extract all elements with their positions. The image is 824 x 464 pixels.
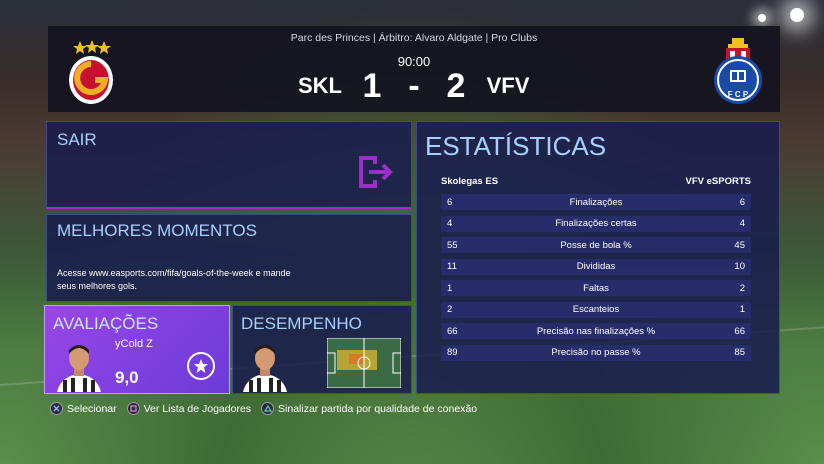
away-score: 2 <box>446 66 466 105</box>
hint-select[interactable]: Selecionar <box>50 402 117 415</box>
exit-panel[interactable]: SAIR <box>46 121 412 209</box>
stat-label: Precisão no passe % <box>551 347 641 358</box>
stat-away-value: 66 <box>734 325 745 337</box>
stat-row: 4 Finalizações certas 4 <box>441 215 751 232</box>
stat-away-value: 1 <box>739 304 745 315</box>
highlights-description: Acesse www.easports.com/fifa/goals-of-th… <box>57 268 291 291</box>
highlights-panel-title: MELHORES MOMENTOS <box>57 221 257 240</box>
floodlight <box>758 14 766 22</box>
player-portrait <box>55 340 103 392</box>
score-row: SKL 1 - 2 VFV <box>48 66 780 106</box>
hint-report-label: Sinalizar partida por qualidade de conex… <box>278 402 478 415</box>
stat-row: 66 Precisão nas finalizações % 66 <box>441 323 751 339</box>
stat-away-value: 4 <box>739 218 745 229</box>
stat-home-value: 2 <box>447 304 453 315</box>
stat-row: 6 Finalizações 6 <box>441 194 751 210</box>
statistics-title: ESTATÍSTICAS <box>425 131 607 161</box>
stat-home-value: 66 <box>447 325 458 337</box>
stat-home-value: 4 <box>447 218 453 229</box>
home-team-name: Skolegas ES <box>441 176 499 187</box>
stat-away-value: 2 <box>739 282 745 294</box>
statistics-panel: ESTATÍSTICAS Skolegas ES VFV eSPORTS 6 F… <box>416 121 780 394</box>
stat-home-value: 55 <box>447 239 458 251</box>
exit-icon <box>357 154 397 190</box>
stat-row: 1 Faltas 2 <box>441 280 751 296</box>
stat-label: Finalizações certas <box>555 218 637 229</box>
svg-text:F C P: F C P <box>728 90 749 99</box>
heatmap-icon <box>326 337 402 389</box>
stat-home-value: 6 <box>447 196 453 208</box>
stat-label: Escanteios <box>572 304 620 315</box>
hint-select-label: Selecionar <box>67 402 117 415</box>
stat-home-value: 1 <box>447 282 453 294</box>
stat-label: Faltas <box>583 282 609 294</box>
performance-panel-title: DESEMPENHO <box>241 314 362 333</box>
stat-row: 11 Divididas 10 <box>441 258 751 275</box>
stat-home-value: 89 <box>447 347 458 358</box>
stat-away-value: 45 <box>734 239 745 251</box>
away-team-name: VFV eSPORTS <box>685 176 751 187</box>
floodlight <box>790 8 804 22</box>
stat-label: Posse de bola % <box>560 239 632 251</box>
home-score: 1 <box>362 66 382 105</box>
performance-panel[interactable]: DESEMPENHO <box>232 305 412 394</box>
statistics-team-header: Skolegas ES VFV eSPORTS <box>441 176 751 187</box>
away-team-abbr: VFV <box>486 73 530 98</box>
player-rating: 9,0 <box>115 368 139 387</box>
score-separator: - <box>408 66 420 105</box>
stat-label: Precisão nas finalizações % <box>536 325 656 337</box>
porto-crest-icon: F C P <box>710 36 766 104</box>
highlights-panel[interactable]: MELHORES MOMENTOS Acesse www.easports.co… <box>46 214 412 302</box>
stat-row: 89 Precisão no passe % 85 <box>441 344 751 361</box>
home-team-abbr: SKL <box>298 73 342 98</box>
hint-report[interactable]: Sinalizar partida por qualidade de conex… <box>261 402 477 415</box>
match-info: Parc des Princes | Árbitro: Alvaro Aldga… <box>290 32 538 44</box>
stat-row: 2 Escanteios 1 <box>441 301 751 318</box>
stat-away-value: 10 <box>734 261 745 272</box>
star-icon[interactable] <box>187 352 215 380</box>
ratings-panel-title: AVALIAÇÕES <box>53 314 159 333</box>
stat-label: Divididas <box>576 261 616 272</box>
exit-panel-title: SAIR <box>57 130 97 149</box>
scoreboard-header: Parc des Princes | Árbitro: Alvaro Aldga… <box>48 26 780 112</box>
stat-away-value: 85 <box>734 347 745 358</box>
hint-players-label: Ver Lista de Jogadores <box>143 402 252 415</box>
statistics-list: 6 Finalizações 6 4 Finalizações certas 4… <box>441 194 751 366</box>
cross-button-icon <box>50 402 63 415</box>
square-button-icon <box>126 402 140 415</box>
ratings-panel[interactable]: AVALIAÇÕES yCold Z 9,0 <box>44 305 230 394</box>
controller-hints: Selecionar Ver Lista de Jogadores Sinali… <box>50 402 477 415</box>
stat-row: 55 Posse de bola % 45 <box>441 237 751 253</box>
player-name: yCold Z <box>115 338 153 350</box>
triangle-button-icon <box>261 402 275 415</box>
hint-players[interactable]: Ver Lista de Jogadores <box>126 402 252 415</box>
stat-away-value: 6 <box>739 196 745 208</box>
stat-home-value: 11 <box>447 261 457 272</box>
stat-label: Finalizações <box>569 196 623 208</box>
player-portrait <box>241 340 289 392</box>
